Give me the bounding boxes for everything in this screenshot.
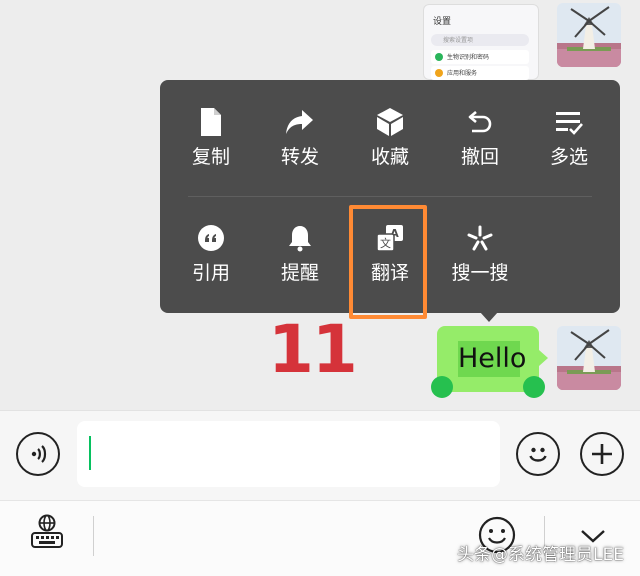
text-cursor bbox=[89, 436, 91, 470]
avatar[interactable] bbox=[557, 326, 621, 390]
menu-item-recall[interactable]: 撤回 bbox=[435, 104, 525, 184]
forward-icon bbox=[255, 104, 345, 140]
menu-item-search[interactable]: 搜一搜 bbox=[435, 220, 525, 300]
message-input[interactable] bbox=[77, 421, 500, 487]
plus-icon bbox=[592, 444, 612, 464]
quote-icon bbox=[166, 220, 256, 256]
menu-item-remind[interactable]: 提醒 bbox=[255, 220, 345, 300]
bubble-tail bbox=[539, 350, 548, 366]
toolbar-divider bbox=[93, 516, 94, 556]
menu-item-label: 撤回 bbox=[460, 146, 499, 168]
menu-item-multi-select[interactable]: 多选 bbox=[524, 104, 614, 184]
bell-icon bbox=[255, 220, 345, 256]
watermark: 头条@系统管理员LEE bbox=[457, 540, 624, 565]
selection-handle-start[interactable] bbox=[431, 376, 453, 398]
menu-pointer bbox=[480, 312, 498, 322]
menu-item-label: 引用 bbox=[191, 262, 230, 284]
menu-divider bbox=[188, 196, 592, 197]
thumbnail-search: 搜索设置项 bbox=[431, 34, 529, 46]
menu-item-forward[interactable]: 转发 bbox=[255, 104, 345, 184]
watermark-prefix: 头条 bbox=[457, 545, 491, 565]
menu-item-label: 收藏 bbox=[370, 146, 409, 168]
thumbnail-search-placeholder: 搜索设置项 bbox=[443, 37, 474, 44]
thumbnail-row-label: 生物识别和密码 bbox=[447, 54, 490, 61]
keyboard-globe-icon bbox=[31, 514, 63, 548]
thumbnail-title: 设置 bbox=[433, 17, 452, 27]
smiley-icon bbox=[529, 447, 547, 462]
multi-select-icon bbox=[524, 104, 614, 140]
more-button[interactable] bbox=[580, 432, 624, 476]
emoji-button[interactable] bbox=[516, 432, 560, 476]
translate-highlight-box bbox=[349, 205, 427, 319]
menu-item-label: 搜一搜 bbox=[451, 262, 509, 284]
document-icon bbox=[166, 104, 256, 140]
voice-button[interactable] bbox=[16, 432, 60, 476]
thumbnail-row-label: 应用和服务 bbox=[447, 70, 478, 77]
avatar[interactable] bbox=[557, 3, 621, 67]
annotation-number: 11 bbox=[268, 311, 358, 388]
message-text: Hello bbox=[458, 343, 527, 374]
cube-icon bbox=[345, 104, 435, 140]
voice-icon bbox=[31, 445, 47, 463]
menu-item-label: 复制 bbox=[191, 146, 230, 168]
selection-handle-end[interactable] bbox=[523, 376, 545, 398]
menu-item-quote[interactable]: 引用 bbox=[166, 220, 256, 300]
menu-item-label: 提醒 bbox=[280, 262, 319, 284]
screenshot-image-message[interactable]: 设置 搜索设置项 生物识别和密码 应用和服务 bbox=[423, 4, 539, 80]
thumbnail-row: 应用和服务 bbox=[431, 66, 529, 80]
thumbnail-row: 生物识别和密码 bbox=[431, 50, 529, 64]
watermark-text: @系统管理员LEE bbox=[491, 545, 624, 565]
undo-icon bbox=[435, 104, 525, 140]
search-spark-icon bbox=[435, 220, 525, 256]
menu-item-copy[interactable]: 复制 bbox=[166, 104, 256, 184]
menu-item-favorite[interactable]: 收藏 bbox=[345, 104, 435, 184]
menu-item-label: 多选 bbox=[549, 146, 588, 168]
keyboard-settings-button[interactable] bbox=[30, 514, 64, 554]
menu-item-label: 转发 bbox=[280, 146, 319, 168]
